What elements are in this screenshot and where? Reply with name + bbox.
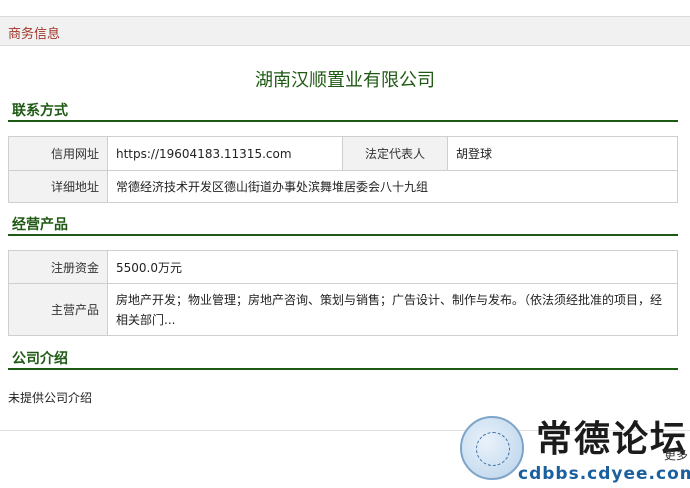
contact-heading: 联系方式: [12, 103, 68, 119]
website-label: 信用网址: [8, 136, 108, 171]
address-label: 详细地址: [8, 170, 108, 203]
capital-value: 5500.0万元: [107, 250, 678, 284]
intro-section-heading: 公司介绍: [8, 348, 678, 370]
contact-table: 信用网址 https://19604183.11315.com 法定代表人 胡登…: [8, 136, 678, 203]
products-section-heading: 经营产品: [8, 214, 678, 236]
capital-label: 注册资金: [8, 250, 108, 284]
seal-ring: [476, 432, 510, 466]
legal-rep-label: 法定代表人: [342, 136, 448, 171]
contact-section-heading: 联系方式: [8, 100, 678, 122]
header-title: 商务信息: [8, 27, 61, 42]
table-row: 注册资金 5500.0万元: [8, 250, 678, 284]
table-row: 详细地址 常德经济技术开发区德山街道办事处滨舞堆居委会八十九组: [8, 170, 678, 203]
intro-heading: 公司介绍: [12, 351, 68, 367]
forum-seal-logo: [460, 416, 524, 480]
business-info-header: 商务信息: [0, 16, 690, 46]
forum-watermark: 常德论坛 cdbbs.cdyee.com: [456, 410, 690, 488]
watermark-url: cdbbs.cdyee.com: [518, 464, 690, 484]
website-value[interactable]: https://19604183.11315.com: [107, 136, 343, 171]
table-row: 信用网址 https://19604183.11315.com 法定代表人 胡登…: [8, 136, 678, 171]
main-products-label: 主营产品: [8, 283, 108, 336]
company-name: 湖南汉顺置业有限公司: [255, 70, 435, 91]
address-value: 常德经济技术开发区德山街道办事处滨舞堆居委会八十九组: [107, 170, 678, 203]
products-table: 注册资金 5500.0万元 主营产品 房地产开发；物业管理；房地产咨询、策划与销…: [8, 250, 678, 336]
products-heading: 经营产品: [12, 217, 68, 233]
legal-rep-value: 胡登球: [447, 136, 678, 171]
more-link[interactable]: 更多: [664, 446, 688, 463]
intro-text: 未提供公司介绍: [8, 391, 93, 405]
main-products-value: 房地产开发；物业管理；房地产咨询、策划与销售；广告设计、制作与发布。（依法须经批…: [107, 283, 678, 336]
table-row: 主营产品 房地产开发；物业管理；房地产咨询、策划与销售；广告设计、制作与发布。（…: [8, 283, 678, 336]
